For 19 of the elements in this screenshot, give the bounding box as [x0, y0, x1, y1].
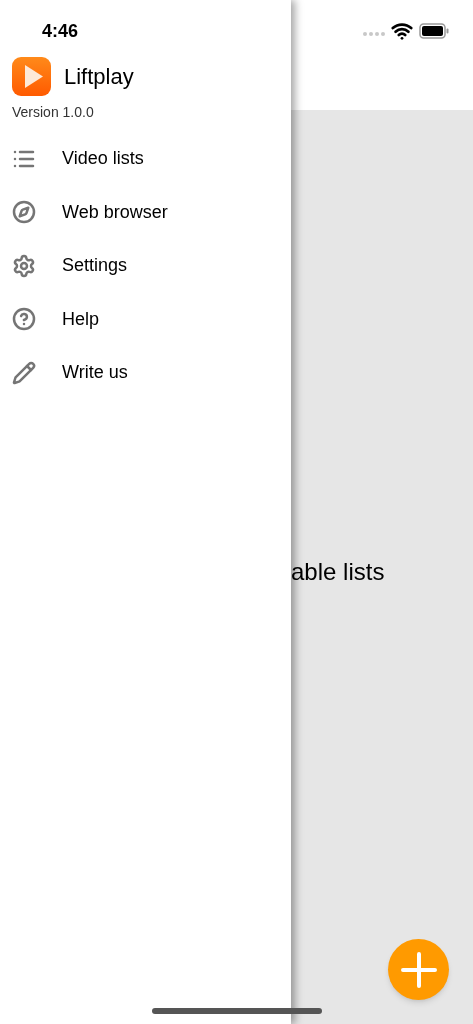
battery-icon [419, 23, 449, 39]
menu-item[interactable]: Write us [0, 346, 291, 400]
compass-icon [12, 200, 36, 225]
status-time: 4:46 [42, 21, 79, 41]
menu-item[interactable]: Help [0, 292, 291, 346]
menu-item[interactable]: Video lists [0, 132, 291, 186]
pencil-icon [12, 360, 36, 385]
app-version: Version 1.0.0 [12, 104, 94, 120]
help-icon [12, 307, 36, 332]
signal-icon [363, 32, 385, 36]
plus-icon [399, 950, 438, 989]
add-button[interactable] [388, 939, 449, 1000]
menu-item[interactable]: Settings [0, 239, 291, 293]
app-logo-icon [12, 57, 51, 96]
settings-icon [12, 253, 36, 278]
wifi-icon [391, 20, 413, 42]
menu-item[interactable]: Web browser [0, 185, 291, 239]
app-name: Liftplay [64, 63, 134, 91]
empty-message: able lists [291, 557, 385, 587]
